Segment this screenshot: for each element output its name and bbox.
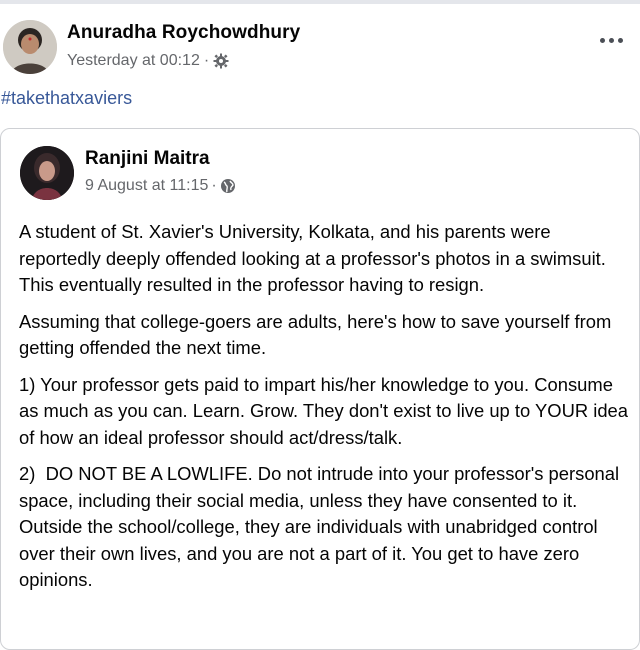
body-paragraph: 2) DO NOT BE A LOWLIFE. Do not intrude i… xyxy=(19,463,625,590)
meta-separator: · xyxy=(203,52,210,69)
shared-author-name[interactable]: Ranjini Maitra xyxy=(85,148,210,170)
post-header: Anuradha Roychowdhury Yesterday at 00:12… xyxy=(0,14,640,84)
body-paragraph: 1) Your professor gets paid to impart hi… xyxy=(19,373,634,448)
shared-post-body: A student of St. Xavier's University, Ko… xyxy=(19,219,631,604)
author-avatar[interactable] xyxy=(3,20,57,74)
post-author-name[interactable]: Anuradha Roychowdhury xyxy=(67,22,300,44)
shared-author-avatar[interactable] xyxy=(20,146,74,200)
meta-separator: · xyxy=(211,177,217,194)
post-timestamp[interactable]: Yesterday at 00:12 xyxy=(67,52,200,70)
gear-icon xyxy=(213,53,229,69)
shared-post-meta: 9 August at 11:15 · xyxy=(85,177,236,195)
post-meta: Yesterday at 00:12 · xyxy=(67,52,229,70)
more-options-icon[interactable] xyxy=(600,34,626,46)
hashtag-link[interactable]: #takethatxaviers xyxy=(1,88,132,109)
body-paragraph: Assuming that college-goers are adults, … xyxy=(19,310,617,359)
top-divider xyxy=(0,0,640,4)
shared-post-card: Ranjini Maitra 9 August at 11:15 · A stu… xyxy=(0,128,640,650)
globe-icon xyxy=(220,178,236,194)
body-paragraph: A student of St. Xavier's University, Ko… xyxy=(19,221,611,295)
shared-timestamp[interactable]: 9 August at 11:15 xyxy=(85,177,208,195)
